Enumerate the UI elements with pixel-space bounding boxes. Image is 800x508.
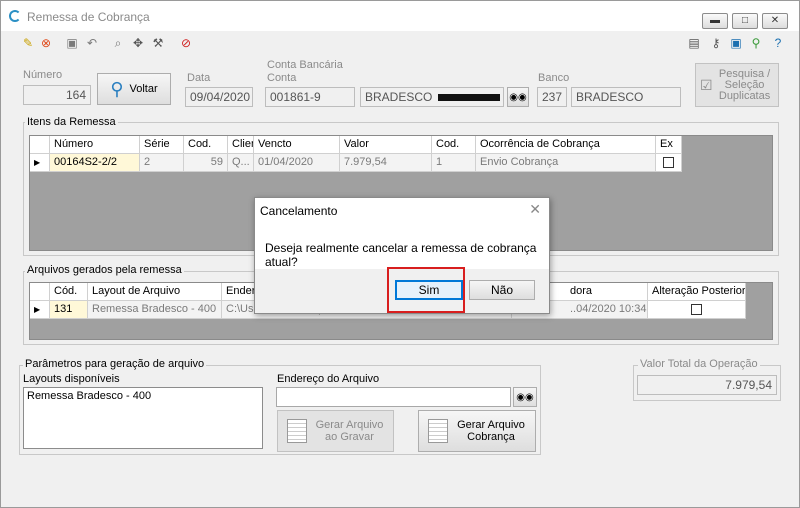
pin-icon[interactable]: ⚲ bbox=[749, 36, 763, 50]
banco-nome-field[interactable]: BRADESCO bbox=[571, 87, 681, 107]
dialog-close-icon[interactable]: ✕ bbox=[529, 201, 541, 218]
dialog-message: Deseja realmente cancelar a remessa de c… bbox=[265, 241, 537, 269]
col-valor[interactable]: Valor bbox=[340, 136, 432, 154]
table-row[interactable]: ▶ 00164S2-2/2 2 59 Q... 01/04/2020 7.979… bbox=[30, 154, 682, 172]
magnifier-icon: ⚲ bbox=[110, 78, 124, 99]
list-item[interactable]: Remessa Bradesco - 400 bbox=[27, 390, 259, 402]
title-bar: Remessa de Cobrança ▬ □ ✕ bbox=[1, 1, 799, 31]
undo-icon[interactable]: ↶ bbox=[85, 36, 99, 50]
total-field: 7.979,54 bbox=[637, 375, 777, 395]
toolbar: ✎ ⊗ ▣ ↶ ⌕ ✥ ⚒ ⊘ ▤ ⚷ ▣ ⚲ ? bbox=[1, 33, 799, 55]
parametros-title: Parâmetros para geração de arquivo bbox=[23, 358, 207, 370]
col-cod2[interactable]: Cod. bbox=[432, 136, 476, 154]
numero-label: Número bbox=[23, 69, 63, 81]
row-pointer-icon: ▶ bbox=[30, 154, 50, 172]
window-title: Remessa de Cobrança bbox=[27, 10, 150, 24]
search-icon[interactable]: ⌕ bbox=[111, 36, 125, 50]
col-ocorrencia[interactable]: Ocorrência de Cobrança bbox=[476, 136, 656, 154]
help-icon[interactable]: ? bbox=[771, 36, 785, 50]
nao-button[interactable]: Não bbox=[469, 280, 535, 300]
layouts-label: Layouts disponíveis bbox=[23, 373, 120, 385]
col-cliente[interactable]: Clier bbox=[228, 136, 254, 154]
tools-icon[interactable]: ⚒ bbox=[151, 36, 165, 50]
binoculars-icon: ◉◉ bbox=[516, 391, 534, 403]
col-layout[interactable]: Layout de Arquivo bbox=[88, 283, 222, 301]
col-arq-cod[interactable]: Cód. bbox=[50, 283, 88, 301]
block-icon[interactable]: ⊘ bbox=[179, 36, 193, 50]
window-list-icon[interactable]: ▤ bbox=[687, 36, 701, 50]
numero-field[interactable]: 164 bbox=[23, 85, 91, 105]
col-ex[interactable]: Ex bbox=[656, 136, 682, 154]
move-icon[interactable]: ✥ bbox=[131, 36, 145, 50]
ex-checkbox[interactable] bbox=[663, 157, 674, 168]
highlight-annotation bbox=[387, 267, 465, 313]
document-icon bbox=[286, 419, 307, 443]
conta-label: Conta bbox=[267, 72, 297, 84]
data-field[interactable]: 09/04/2020 bbox=[185, 87, 253, 107]
conta-bancaria-label: Conta Bancária bbox=[267, 59, 343, 71]
endereco-input[interactable] bbox=[276, 387, 511, 407]
close-button[interactable]: ✕ bbox=[762, 13, 788, 29]
voltar-button[interactable]: ⚲ Voltar bbox=[97, 73, 171, 105]
col-alteracao[interactable]: Alteração Posterior bbox=[648, 283, 746, 301]
gerar-cobranca-button[interactable]: Gerar Arquivo Cobrança bbox=[418, 410, 536, 452]
gerar-ao-gravar-button[interactable]: Gerar Arquivo ao Gravar bbox=[277, 410, 394, 452]
save-icon[interactable]: ▣ bbox=[65, 36, 79, 50]
data-label: Data bbox=[187, 72, 211, 84]
checklist-icon: ☑ bbox=[700, 76, 713, 93]
arquivos-title: Arquivos gerados pela remessa bbox=[25, 264, 184, 276]
redaction-bar bbox=[437, 94, 500, 102]
col-numero[interactable]: Número bbox=[50, 136, 140, 154]
itens-header-row: Número Série Cod. Clier Vencto Valor Cod… bbox=[30, 136, 682, 154]
layouts-listbox[interactable]: Remessa Bradesco - 400 bbox=[23, 387, 263, 449]
pesquisa-duplicatas-button[interactable]: ☑ Pesquisa / Seleção Duplicatas bbox=[695, 63, 779, 107]
app-icon bbox=[9, 10, 21, 22]
binoculars-icon: ◉◉ bbox=[509, 91, 527, 103]
banco-label: Banco bbox=[538, 72, 570, 84]
conta-nome-field[interactable]: BRADESCO bbox=[360, 87, 504, 107]
banco-codigo-field[interactable]: 237 bbox=[537, 87, 567, 107]
conta-field[interactable]: 001861-9 bbox=[265, 87, 355, 107]
col-cod[interactable]: Cod. bbox=[184, 136, 228, 154]
screen-icon[interactable]: ▣ bbox=[729, 36, 743, 50]
endereco-browse-button[interactable]: ◉◉ bbox=[513, 387, 537, 407]
col-vencto[interactable]: Vencto bbox=[254, 136, 340, 154]
dialog-title: Cancelamento bbox=[260, 204, 338, 218]
cancel-icon[interactable]: ⊗ bbox=[39, 36, 53, 50]
endereco-label: Endereço do Arquivo bbox=[277, 373, 380, 385]
col-serie[interactable]: Série bbox=[140, 136, 184, 154]
key-icon[interactable]: ⚷ bbox=[709, 36, 723, 50]
binoculars-button[interactable]: ◉◉ bbox=[507, 87, 529, 107]
alteracao-checkbox[interactable] bbox=[691, 304, 702, 315]
row-pointer-icon: ▶ bbox=[30, 301, 50, 319]
total-label: Valor Total da Operação bbox=[638, 358, 760, 370]
document-icon bbox=[428, 419, 448, 443]
edit-icon[interactable]: ✎ bbox=[21, 36, 35, 50]
maximize-button[interactable]: □ bbox=[732, 13, 758, 29]
itens-title: Itens da Remessa bbox=[25, 116, 118, 128]
minimize-button[interactable]: ▬ bbox=[702, 13, 728, 29]
